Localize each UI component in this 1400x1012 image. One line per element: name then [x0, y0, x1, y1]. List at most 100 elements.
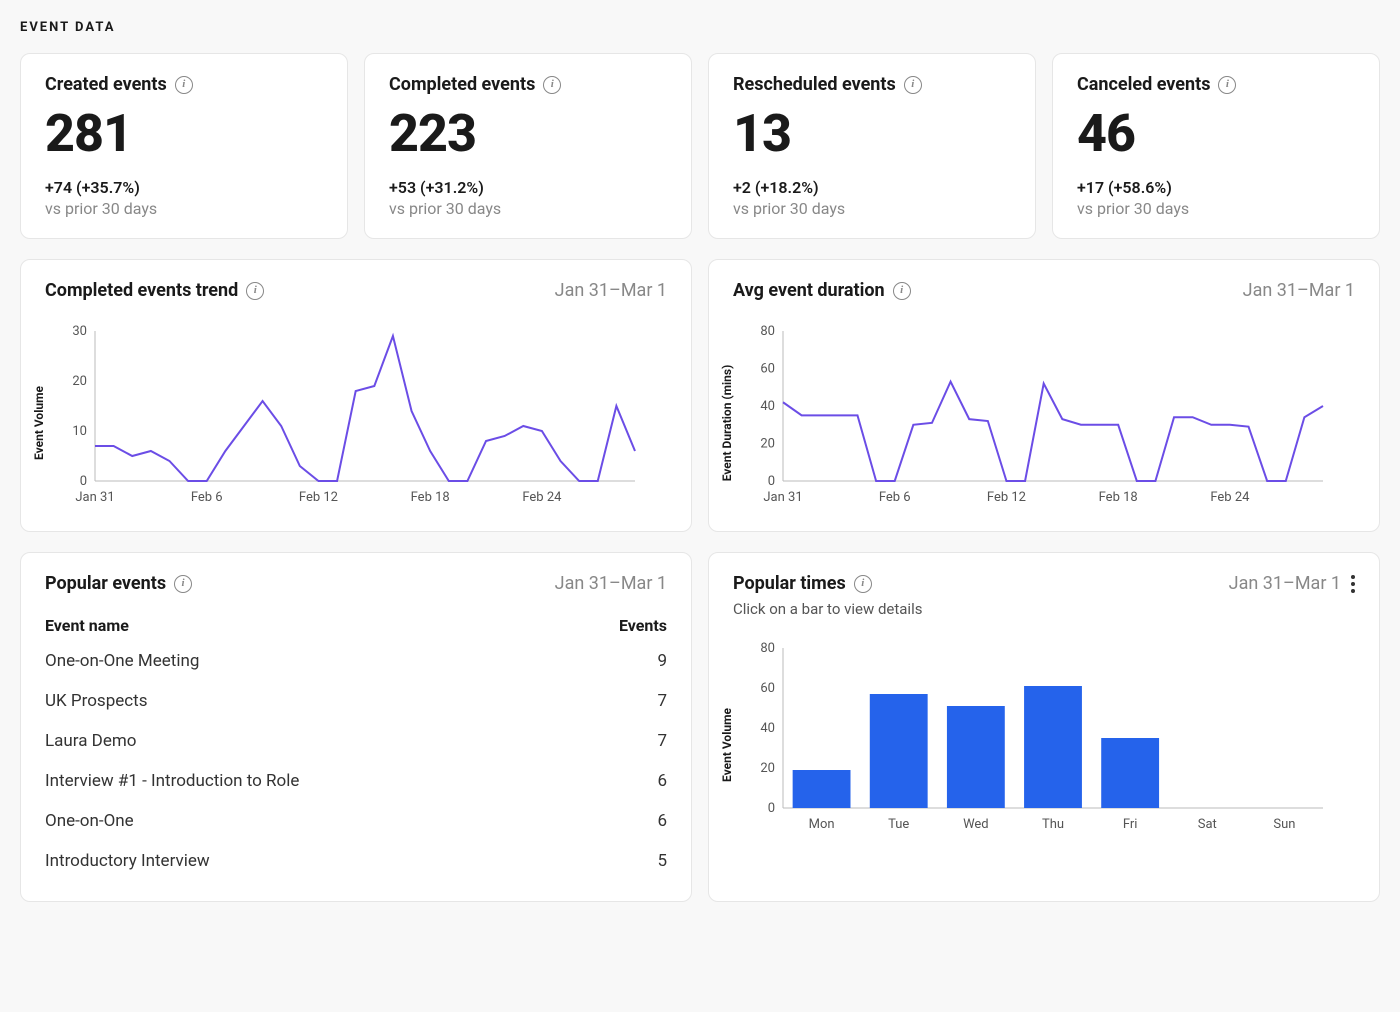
duration-card: Avg event duration Jan 31–Mar 1 Event Du…	[708, 259, 1380, 532]
info-icon[interactable]	[175, 76, 193, 94]
table-row[interactable]: Introductory Interview 5	[45, 841, 667, 881]
popular-events-card: Popular events Jan 31–Mar 1 Event name E…	[20, 552, 692, 902]
table-header: Event name Events	[45, 610, 667, 641]
chart-title: Avg event duration	[733, 280, 885, 301]
svg-text:10: 10	[72, 424, 87, 439]
svg-text:Wed: Wed	[963, 817, 989, 832]
date-range: Jan 31–Mar 1	[555, 280, 667, 301]
duration-chart-svg: 020406080Jan 31Feb 6Feb 12Feb 18Feb 24	[733, 321, 1333, 511]
svg-text:Fri: Fri	[1123, 817, 1138, 832]
svg-text:30: 30	[72, 324, 87, 339]
event-name: Interview #1 - Introduction to Role	[45, 771, 299, 791]
popular-row: Popular events Jan 31–Mar 1 Event name E…	[20, 552, 1380, 902]
col-events: Events	[619, 616, 667, 635]
bar[interactable]	[1024, 686, 1082, 808]
svg-text:80: 80	[760, 324, 775, 339]
bar[interactable]	[1101, 738, 1159, 808]
more-menu-icon[interactable]	[1351, 575, 1355, 593]
kpi-title: Completed events	[389, 74, 535, 95]
svg-text:Sun: Sun	[1273, 817, 1295, 832]
svg-text:80: 80	[760, 641, 775, 656]
svg-text:Feb 12: Feb 12	[987, 490, 1026, 505]
info-icon[interactable]	[904, 76, 922, 94]
svg-text:Thu: Thu	[1042, 817, 1064, 832]
svg-text:20: 20	[72, 374, 87, 389]
kpi-title: Created events	[45, 74, 167, 95]
kpi-sub: vs prior 30 days	[733, 199, 1011, 218]
section-title: EVENT DATA	[20, 20, 1380, 35]
kpi-delta: +2 (+18.2%)	[733, 178, 1011, 197]
svg-text:60: 60	[760, 362, 775, 377]
info-icon[interactable]	[174, 575, 192, 593]
chart-row: Completed events trend Jan 31–Mar 1 Even…	[20, 259, 1380, 532]
svg-text:Feb 6: Feb 6	[191, 490, 223, 505]
popular-times-chart: Event Volume 020406080MonTueWedThuFriSat…	[733, 638, 1355, 838]
kpi-delta: +74 (+35.7%)	[45, 178, 323, 197]
chart-title: Popular events	[45, 573, 166, 594]
kpi-delta: +53 (+31.2%)	[389, 178, 667, 197]
completed-trend-card: Completed events trend Jan 31–Mar 1 Even…	[20, 259, 692, 532]
kpi-title: Canceled events	[1077, 74, 1210, 95]
kpi-card-canceled: Canceled events 46 +17 (+58.6%) vs prior…	[1052, 53, 1380, 239]
svg-text:Jan 31: Jan 31	[763, 490, 802, 505]
y-axis-label: Event Volume	[720, 708, 734, 782]
table-row[interactable]: Interview #1 - Introduction to Role 6	[45, 761, 667, 801]
y-axis-label: Event Volume	[32, 386, 46, 460]
svg-text:0: 0	[768, 801, 775, 816]
event-name: UK Prospects	[45, 691, 148, 711]
event-name: Introductory Interview	[45, 851, 210, 871]
kpi-delta: +17 (+58.6%)	[1077, 178, 1355, 197]
event-count: 7	[657, 691, 667, 711]
chart-hint: Click on a bar to view details	[733, 600, 1355, 618]
table-row[interactable]: One-on-One 6	[45, 801, 667, 841]
chart-title: Popular times	[733, 573, 846, 594]
event-count: 9	[657, 651, 667, 671]
bar[interactable]	[793, 770, 851, 808]
kpi-sub: vs prior 30 days	[389, 199, 667, 218]
kpi-value: 46	[1077, 103, 1355, 164]
event-count: 6	[657, 811, 667, 831]
popular-times-card: Popular times Jan 31–Mar 1 Click on a ba…	[708, 552, 1380, 902]
svg-text:Feb 18: Feb 18	[411, 490, 450, 505]
date-range: Jan 31–Mar 1	[555, 573, 667, 594]
svg-text:0: 0	[768, 474, 775, 489]
kpi-row: Created events 281 +74 (+35.7%) vs prior…	[20, 53, 1380, 239]
table-row[interactable]: Laura Demo 7	[45, 721, 667, 761]
event-count: 7	[657, 731, 667, 751]
event-count: 6	[657, 771, 667, 791]
kpi-title: Rescheduled events	[733, 74, 896, 95]
event-count: 5	[657, 851, 667, 871]
kpi-value: 223	[389, 103, 667, 164]
info-icon[interactable]	[854, 575, 872, 593]
info-icon[interactable]	[1218, 76, 1236, 94]
svg-text:Feb 24: Feb 24	[1210, 490, 1250, 505]
y-axis-label: Event Duration (mins)	[720, 365, 734, 482]
info-icon[interactable]	[246, 282, 264, 300]
trend-chart-svg: 0102030Jan 31Feb 6Feb 12Feb 18Feb 24	[45, 321, 645, 511]
kpi-sub: vs prior 30 days	[45, 199, 323, 218]
svg-text:Feb 6: Feb 6	[879, 490, 911, 505]
kpi-card-completed: Completed events 223 +53 (+31.2%) vs pri…	[364, 53, 692, 239]
info-icon[interactable]	[893, 282, 911, 300]
date-range: Jan 31–Mar 1	[1229, 573, 1341, 594]
svg-text:20: 20	[760, 437, 775, 452]
event-name: One-on-One Meeting	[45, 651, 199, 671]
bar[interactable]	[947, 706, 1005, 808]
svg-text:Tue: Tue	[888, 817, 909, 832]
svg-text:60: 60	[760, 681, 775, 696]
svg-text:40: 40	[760, 721, 775, 736]
trend-chart: Event Volume 0102030Jan 31Feb 6Feb 12Feb…	[45, 321, 667, 511]
bar[interactable]	[870, 694, 928, 808]
svg-text:20: 20	[760, 761, 775, 776]
kpi-card-created: Created events 281 +74 (+35.7%) vs prior…	[20, 53, 348, 239]
event-name: One-on-One	[45, 811, 134, 831]
svg-text:0: 0	[80, 474, 87, 489]
info-icon[interactable]	[543, 76, 561, 94]
kpi-card-rescheduled: Rescheduled events 13 +2 (+18.2%) vs pri…	[708, 53, 1036, 239]
chart-title: Completed events trend	[45, 280, 238, 301]
event-name: Laura Demo	[45, 731, 136, 751]
table-row[interactable]: One-on-One Meeting 9	[45, 641, 667, 681]
duration-chart: Event Duration (mins) 020406080Jan 31Feb…	[733, 321, 1355, 511]
svg-text:Feb 12: Feb 12	[299, 490, 338, 505]
table-row[interactable]: UK Prospects 7	[45, 681, 667, 721]
